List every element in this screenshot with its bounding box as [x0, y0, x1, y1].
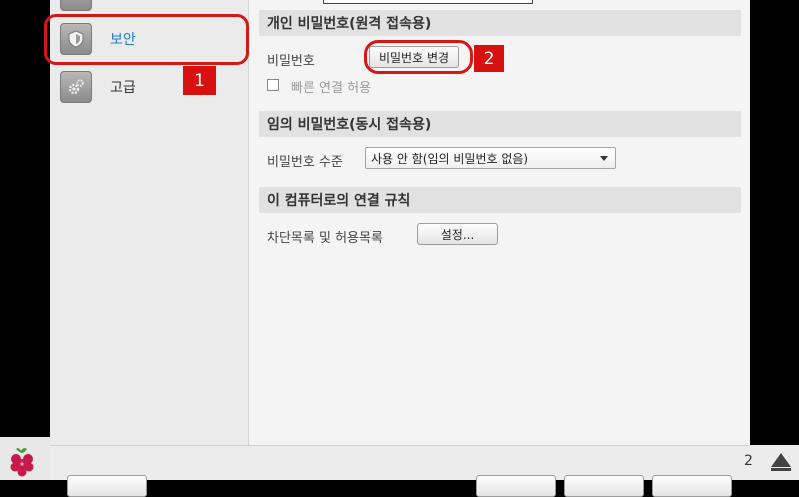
- rules-settings-button[interactable]: 설정...: [417, 223, 498, 245]
- password-level-label: 비밀번호 수준: [267, 155, 343, 170]
- taskbar-start-area: [0, 437, 50, 480]
- sidebar-item-previous[interactable]: [60, 0, 92, 12]
- bottom-left-button[interactable]: [67, 475, 147, 497]
- bottom-button-1[interactable]: [476, 475, 556, 497]
- generic-icon: [60, 0, 92, 11]
- annotation-marker-2: 2: [474, 45, 504, 72]
- annotation-marker-1: 1: [183, 66, 216, 95]
- tray-line: [771, 468, 791, 471]
- password-level-select[interactable]: 사용 안 함(임의 비밀번호 없음): [365, 147, 616, 169]
- section-header-connection-rules: 이 컴퓨터로의 연결 규칙: [259, 187, 741, 213]
- quick-connect-label: 빠른 연결 허용: [291, 81, 372, 96]
- chevron-down-icon: [600, 155, 608, 161]
- section-header-temp-password: 임의 비밀번호(동시 접속용): [259, 111, 741, 137]
- up-arrow-icon[interactable]: [771, 453, 791, 467]
- annotation-highlight-2: [364, 40, 473, 74]
- password-label: 비밀번호: [267, 54, 315, 69]
- settings-sidebar: 보안 고급: [50, 0, 249, 445]
- raspberry-pi-icon[interactable]: [4, 445, 40, 479]
- dialog-button-bar: [50, 445, 750, 497]
- bottom-button-2[interactable]: [564, 475, 644, 497]
- previous-field[interactable]: [323, 0, 533, 4]
- taskbar-tray: 2: [744, 445, 799, 480]
- sidebar-item-label: 고급: [110, 80, 136, 96]
- sidebar-item-advanced[interactable]: 고급: [60, 70, 136, 104]
- section-header-private-password: 개인 비밀번호(원격 접속용): [259, 10, 741, 36]
- bottom-button-3[interactable]: [652, 475, 732, 497]
- blocklist-allowlist-label: 차단목록 및 허용목록: [267, 231, 383, 246]
- password-level-value: 사용 안 함(임의 비밀번호 없음): [371, 151, 529, 166]
- quick-connect-checkbox[interactable]: [267, 79, 279, 91]
- gears-icon: [60, 71, 92, 103]
- tray-text: 2: [744, 453, 753, 469]
- annotation-highlight-1: [44, 14, 249, 65]
